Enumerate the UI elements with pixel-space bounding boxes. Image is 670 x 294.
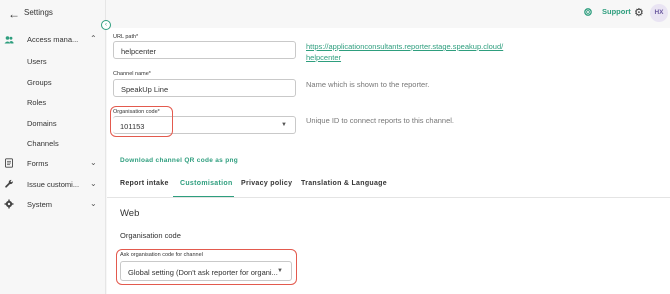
chevron-down-icon: ⌄ [90, 158, 97, 167]
channel-name-label: Channel name* [113, 71, 151, 77]
tab-privacy-policy[interactable]: Privacy policy [241, 180, 292, 187]
sidebar-item-issue-customisation[interactable]: Issue customi... ⌄ [0, 176, 106, 194]
sidebar-subitem-users[interactable]: Users [27, 57, 47, 66]
users-icon [4, 36, 14, 44]
sidebar-item-label: Issue customi... [27, 180, 80, 189]
organisation-code-highlight [110, 106, 173, 137]
chevron-down-icon: ⌄ [90, 179, 97, 188]
url-path-value: helpcenter [121, 47, 157, 56]
sidebar-title: Settings [24, 8, 53, 17]
settings-gear-icon[interactable]: ⚙ [634, 6, 644, 19]
chevron-down-icon: ⌄ [90, 199, 97, 208]
support-link[interactable]: Support [584, 7, 631, 16]
sidebar-item-label: Forms [27, 159, 49, 168]
section-title-web: Web [120, 208, 140, 219]
sidebar-subitem-domains[interactable]: Domains [27, 119, 57, 128]
sidebar-subitem-roles[interactable]: Roles [27, 98, 46, 107]
lifebuoy-icon [584, 7, 592, 16]
wrench-icon [5, 179, 13, 188]
channel-name-hint: Name which is shown to the reporter. [306, 80, 430, 89]
channel-url-link[interactable]: https://applicationconsultants.reporter.… [306, 41, 503, 63]
support-label: Support [602, 7, 631, 16]
url-path-input[interactable]: helpcenter [113, 41, 296, 59]
ask-code-highlight [116, 249, 297, 285]
document-icon [5, 158, 13, 168]
sidebar-item-access-management[interactable]: Access mana... ⌃ [0, 31, 106, 49]
sidebar-item-label: Access mana... [27, 35, 79, 44]
sidebar-item-system[interactable]: System ⌄ [0, 196, 106, 214]
main-content: URL path* helpcenter https://application… [107, 28, 670, 294]
chevron-up-icon: ⌃ [90, 34, 97, 43]
caret-down-icon: ▼ [281, 122, 287, 128]
channel-name-value: SpeakUp Line [121, 85, 169, 94]
channel-url-line1: https://applicationconsultants.reporter.… [306, 42, 504, 51]
channel-url-line2: helpcenter [306, 53, 342, 62]
tab-report-intake[interactable]: Report intake [120, 180, 169, 187]
sidebar: ← Settings Access mana... ⌃ Users Groups… [0, 0, 106, 294]
gear-icon [4, 199, 14, 209]
channel-name-input[interactable]: SpeakUp Line [113, 79, 296, 97]
tab-divider [107, 197, 670, 198]
collapse-sidebar-icon[interactable]: ‹ [101, 20, 111, 30]
sidebar-subitem-channels[interactable]: Channels [27, 139, 59, 148]
avatar[interactable]: HX [650, 4, 668, 22]
organisation-code-hint: Unique ID to connect reports to this cha… [306, 116, 455, 125]
sidebar-subitem-groups[interactable]: Groups [27, 78, 52, 87]
tab-customisation[interactable]: Customisation [180, 180, 233, 187]
sidebar-item-forms[interactable]: Forms ⌄ [0, 155, 106, 173]
tab-translation-language[interactable]: Translation & Language [301, 180, 387, 187]
subsection-title-organisation-code: Organisation code [120, 231, 181, 240]
download-qr-link[interactable]: Download channel QR code as png [120, 157, 238, 164]
url-path-label: URL path* [113, 34, 139, 40]
sidebar-item-label: System [27, 200, 53, 209]
back-arrow-icon[interactable]: ← [8, 7, 20, 21]
